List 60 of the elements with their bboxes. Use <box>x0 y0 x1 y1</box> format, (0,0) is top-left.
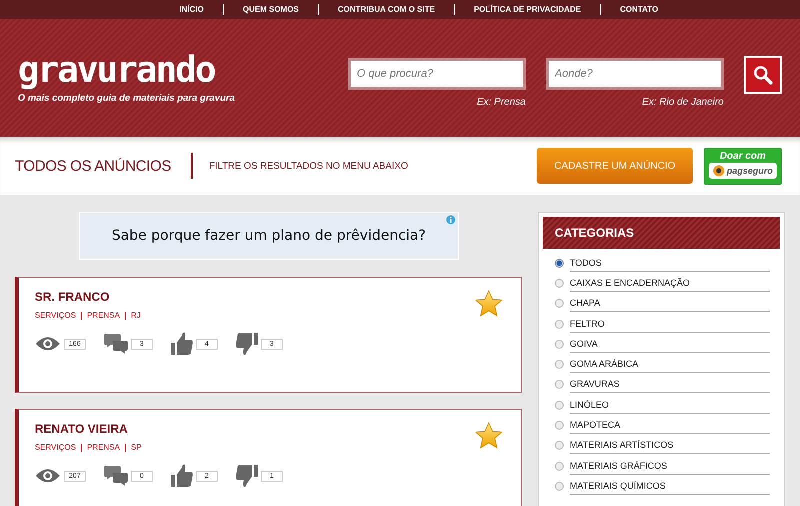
nav-link[interactable]: CONTRIBUA COM O SITE <box>319 5 454 14</box>
radio-button[interactable] <box>555 320 564 329</box>
radio-button[interactable] <box>555 278 564 288</box>
chat-icon <box>104 465 128 487</box>
radio-button[interactable] <box>555 482 564 491</box>
donate-button[interactable]: Doar com pagseguro <box>704 148 782 184</box>
radio-button[interactable] <box>555 421 564 430</box>
categories-header: CATEGORIAS <box>543 217 780 249</box>
search-button[interactable] <box>744 56 782 94</box>
nav-link[interactable]: QUEM SOMOS <box>224 5 318 14</box>
listing-tag[interactable]: SERVIÇOS <box>35 311 76 320</box>
chat-icon <box>104 333 128 355</box>
thumbs-up-icon <box>171 332 193 356</box>
brand-icon <box>712 164 725 176</box>
eye-icon <box>35 468 61 484</box>
radio-button[interactable] <box>555 299 564 308</box>
listing-tag[interactable]: SP <box>131 443 142 452</box>
listing-tag[interactable]: SERVIÇOS <box>35 443 76 452</box>
ad-text: Sabe porque fazer um plano de prêvidencia? <box>112 228 426 244</box>
category-option[interactable]: GOIVA <box>570 336 770 353</box>
listing-tag[interactable]: RJ <box>131 311 141 320</box>
category-option[interactable]: MATERIAIS QUÍMICOS <box>570 478 770 495</box>
search-icon <box>753 65 773 85</box>
search-field[interactable]: O que procura? <box>351 61 523 87</box>
listing-tag[interactable]: PRENSA <box>87 443 120 452</box>
category-option[interactable]: MATERIAIS ARTÍSTICOS <box>570 437 770 454</box>
thumbs-down-icon <box>236 332 258 356</box>
radio-button[interactable] <box>555 462 564 471</box>
radio-button[interactable] <box>555 441 564 450</box>
category-option[interactable]: CAIXAS E ENCADERNAÇÃO <box>570 274 770 292</box>
category-option[interactable]: MATERIAIS GRÁFICOS <box>570 458 770 475</box>
listing-tag[interactable]: PRENSA <box>87 311 120 320</box>
category-option[interactable]: TODOS <box>570 254 770 272</box>
thumbs-down-icon <box>236 464 258 488</box>
radio-button[interactable] <box>555 400 564 410</box>
radio-button[interactable] <box>555 360 564 370</box>
eye-icon <box>35 336 61 352</box>
radio-button[interactable] <box>555 340 564 349</box>
listing-name[interactable]: SR. FRANCO <box>35 290 141 304</box>
category-option[interactable]: FELTRO <box>570 316 770 333</box>
ad-banner[interactable]: Sabe porque fazer um plano de prêvidencia? <box>79 212 459 260</box>
category-option[interactable]: CHAPA <box>570 295 770 312</box>
category-option[interactable]: LINÓLEO <box>570 396 770 414</box>
site-logo[interactable]: gravurando <box>18 49 318 93</box>
search-hint: Ex: Rio de Janeiro <box>642 97 724 108</box>
listing-name[interactable]: RENATO VIEIRA <box>35 422 142 436</box>
thumbs-up-icon <box>171 464 193 488</box>
category-option[interactable]: GRAVURAS <box>570 376 770 394</box>
search-hint: Ex: Prensa <box>477 97 526 108</box>
nav-link[interactable]: POLÍTICA DE PRIVACIDADE <box>455 5 600 14</box>
category-option[interactable]: GOMA ARÁBICA <box>570 356 770 374</box>
info-icon[interactable] <box>446 215 456 225</box>
page-title: TODOS OS ANÚNCIOS <box>15 158 172 174</box>
radio-button[interactable] <box>555 380 564 390</box>
tagline: O mais completo guia de materiais para gravura <box>18 93 236 104</box>
nav-link[interactable]: CONTATO <box>601 5 678 14</box>
radio-button[interactable] <box>555 258 564 268</box>
category-option[interactable]: MAPOTECA <box>570 417 770 434</box>
filter-hint: FILTRE OS RESULTADOS NO MENU ABAIXO <box>209 160 408 172</box>
nav-link[interactable]: INÍCIO <box>160 5 224 14</box>
